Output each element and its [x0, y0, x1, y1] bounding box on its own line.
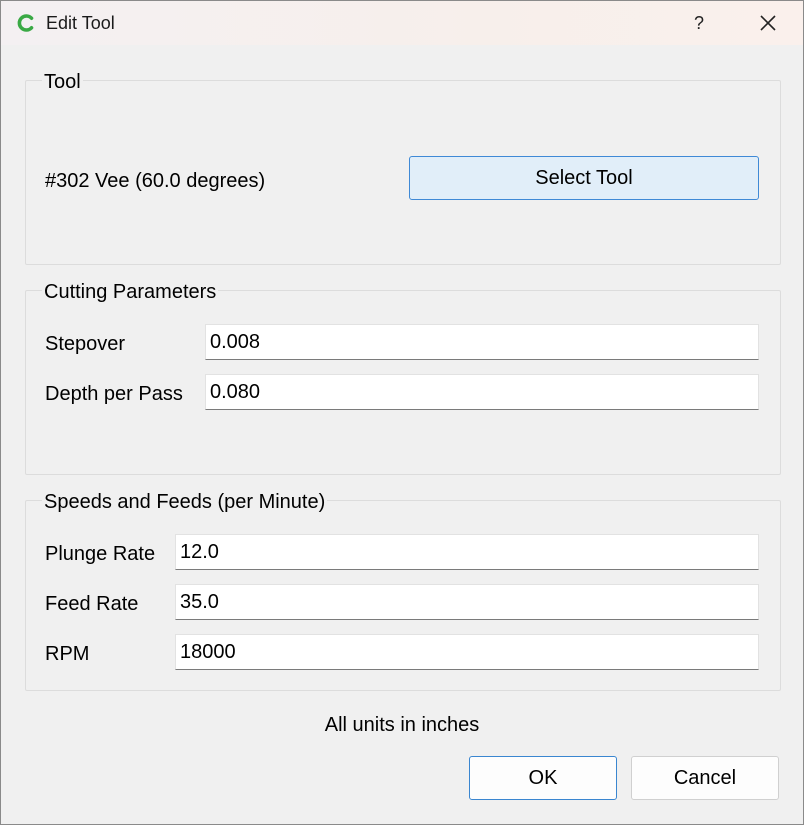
title-bar[interactable]: Edit Tool ? — [1, 1, 803, 45]
cutting-parameters-title: Cutting Parameters — [42, 280, 219, 304]
plunge-rate-input[interactable]: 12.0 — [175, 534, 759, 570]
close-icon — [760, 15, 776, 31]
close-button[interactable] — [746, 3, 790, 43]
depth-per-pass-input[interactable]: 0.080 — [205, 374, 759, 410]
window-title: Edit Tool — [46, 13, 115, 33]
stepover-label: Stepover — [45, 333, 126, 355]
ok-button[interactable]: OK — [469, 756, 617, 800]
edit-tool-dialog: Edit Tool ? Tool #302 Vee (60.0 degrees)… — [0, 0, 804, 825]
speeds-feeds-title: Speeds and Feeds (per Minute) — [42, 490, 328, 514]
select-tool-button[interactable]: Select Tool — [409, 156, 759, 200]
depth-per-pass-label: Depth per Pass — [45, 383, 183, 405]
rpm-label: RPM — [45, 643, 90, 665]
rpm-input[interactable]: 18000 — [175, 634, 759, 670]
plunge-rate-label: Plunge Rate — [45, 543, 156, 565]
help-button[interactable]: ? — [677, 3, 721, 43]
tool-group-title: Tool — [42, 70, 83, 94]
tool-name-label: #302 Vee (60.0 degrees) — [45, 170, 266, 192]
feed-rate-label: Feed Rate — [45, 593, 139, 615]
units-note: All units in inches — [324, 714, 480, 736]
stepover-input[interactable]: 0.008 — [205, 324, 759, 360]
cancel-button[interactable]: Cancel — [631, 756, 779, 800]
feed-rate-input[interactable]: 35.0 — [175, 584, 759, 620]
app-logo-icon — [17, 14, 34, 32]
